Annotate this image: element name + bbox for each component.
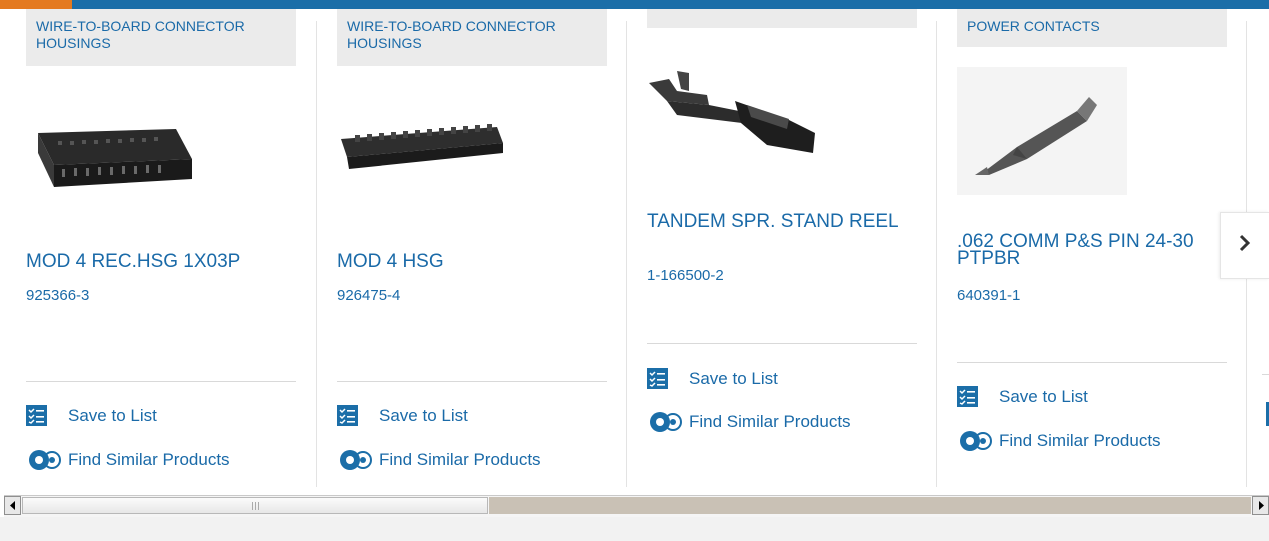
product-card: WIRE-TO-BOARD CONNECTOR HOUSINGS MOD 4 R… (26, 9, 296, 485)
save-to-list-label: Save to List (999, 386, 1088, 406)
product-carousel: WIRE-TO-BOARD CONNECTOR HOUSINGS MOD 4 R… (0, 9, 1269, 489)
horizontal-scrollbar[interactable] (4, 495, 1269, 517)
arrow-left-icon (9, 497, 17, 515)
divider (337, 381, 607, 382)
save-to-list-label: Save to List (68, 405, 157, 425)
part-number-link[interactable]: 925366-3 (26, 287, 89, 304)
find-similar-label: Find Similar Products (68, 450, 230, 469)
card-divider (936, 21, 937, 487)
scroll-track[interactable] (489, 497, 1251, 514)
category-link[interactable] (647, 9, 917, 28)
checklist-icon (26, 405, 47, 426)
gear-icon (337, 449, 374, 471)
gear-icon (957, 430, 994, 452)
carousel-next-button[interactable] (1220, 212, 1269, 279)
divider (957, 362, 1227, 363)
divider (647, 343, 917, 344)
top-accent-orange (0, 0, 72, 9)
category-link[interactable]: WIRE-TO-BOARD CONNECTOR HOUSINGS (26, 9, 296, 66)
find-similar-label: Find Similar Products (999, 431, 1161, 450)
part-number-link[interactable]: 1-166500-2 (647, 267, 724, 284)
find-similar-label: Find Similar Products (379, 450, 541, 469)
category-link[interactable]: WIRE-TO-BOARD CONNECTOR HOUSINGS (337, 9, 607, 66)
divider (26, 381, 296, 382)
save-to-list-button[interactable]: Save to List (26, 405, 157, 426)
chevron-right-icon (1238, 234, 1252, 257)
part-number-link[interactable]: 926475-4 (337, 287, 400, 304)
find-similar-button[interactable]: Find Similar Products (337, 449, 541, 471)
part-number-link[interactable]: 640391-1 (957, 287, 1020, 304)
product-card: TANDEM SPR. STAND REEL 1-166500-2 Save t… (647, 9, 917, 485)
next-card-partial-divider (1262, 374, 1269, 375)
product-title-link[interactable]: MOD 4 HSG (337, 252, 597, 271)
product-image[interactable] (337, 101, 507, 204)
arrow-right-icon (1257, 497, 1265, 515)
checklist-icon (647, 368, 668, 389)
product-title-link[interactable]: TANDEM SPR. STAND REEL (647, 212, 907, 231)
product-title-link[interactable]: .062 COMM P&S PIN 24-30 PTPBR (957, 232, 1217, 268)
grip-icon (251, 497, 259, 515)
scroll-thumb[interactable] (22, 497, 488, 514)
find-similar-button[interactable]: Find Similar Products (647, 411, 851, 433)
gear-icon (26, 449, 63, 471)
save-to-list-button[interactable]: Save to List (647, 368, 778, 389)
top-accent-bar (0, 0, 1269, 9)
save-to-list-button[interactable]: Save to List (957, 386, 1088, 407)
scroll-right-button[interactable] (1252, 496, 1269, 515)
find-similar-button[interactable]: Find Similar Products (957, 430, 1161, 452)
product-image[interactable] (647, 61, 817, 166)
product-card: WIRE-TO-BOARD CONNECTOR HOUSINGS MOD 4 H… (337, 9, 607, 485)
find-similar-button[interactable]: Find Similar Products (26, 449, 230, 471)
page-bottom-area (0, 517, 1269, 541)
card-divider (316, 21, 317, 487)
product-image[interactable] (26, 101, 196, 204)
category-link[interactable]: POWER CONTACTS (957, 9, 1227, 47)
scroll-left-button[interactable] (4, 496, 21, 515)
save-to-list-label: Save to List (379, 405, 468, 425)
gear-icon (647, 411, 684, 433)
checklist-icon (957, 386, 978, 407)
product-card: POWER CONTACTS .062 COMM P&S PIN 24-30 P… (957, 9, 1227, 485)
find-similar-label: Find Similar Products (689, 412, 851, 431)
product-title-link[interactable]: MOD 4 REC.HSG 1X03P (26, 252, 286, 271)
checklist-icon (337, 405, 358, 426)
save-to-list-label: Save to List (689, 368, 778, 388)
product-image[interactable] (957, 67, 1127, 200)
card-divider (626, 21, 627, 487)
save-to-list-button[interactable]: Save to List (337, 405, 468, 426)
